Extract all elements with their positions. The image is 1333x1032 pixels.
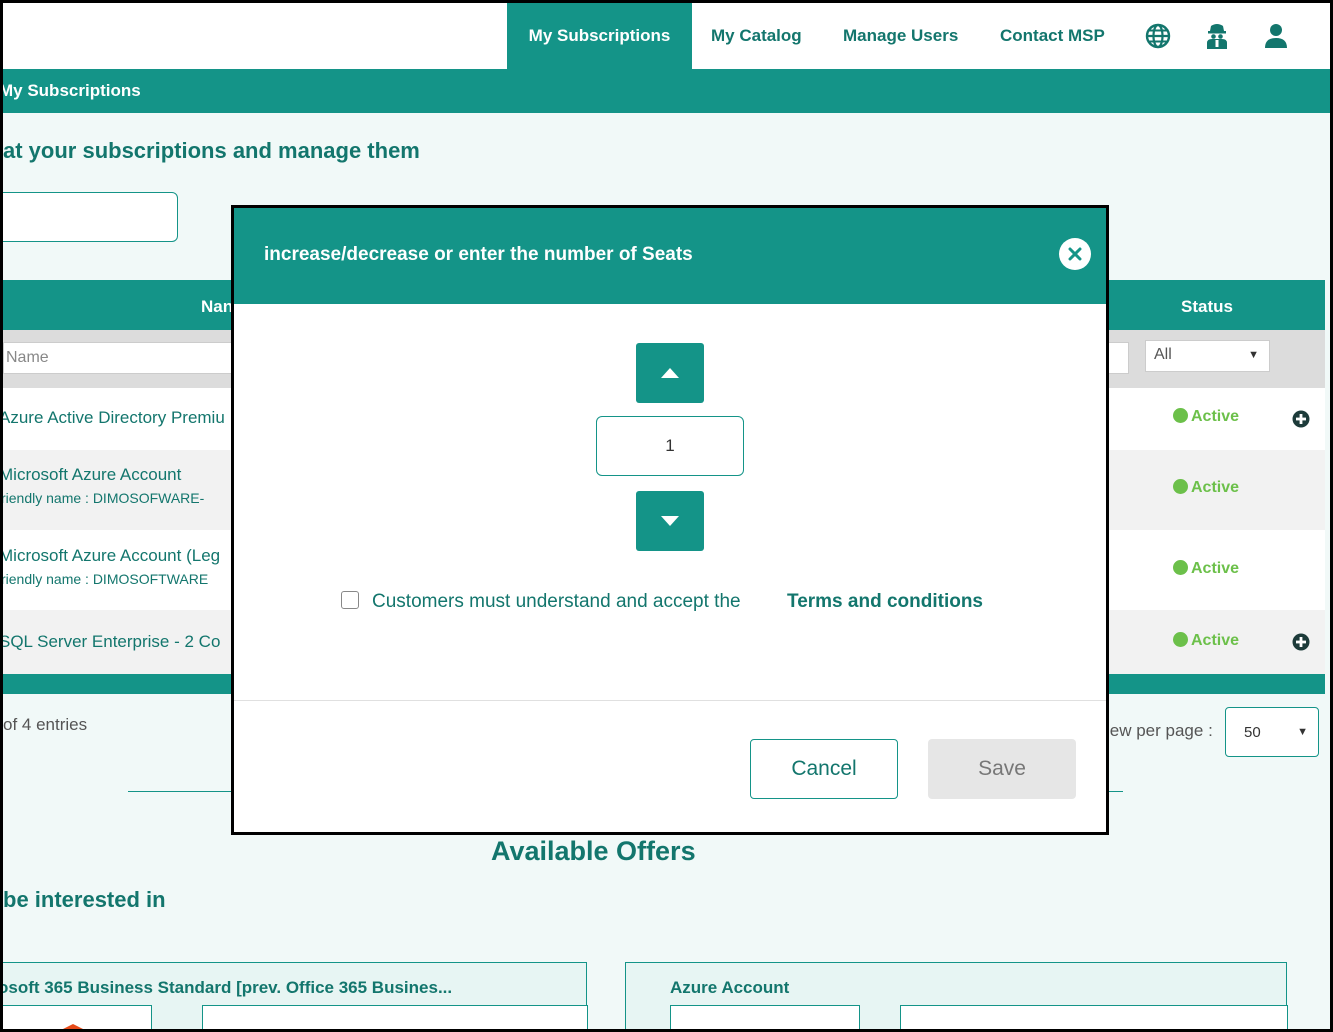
subscription-name[interactable]: Azure Active Directory Premiu [3,408,225,428]
offer-card-title[interactable]: Azure Account [670,978,789,998]
terms-label: Customers must understand and accept the [372,591,741,612]
status-filter-select[interactable]: All ▼ [1145,340,1270,372]
breadcrumb-bar: My Subscriptions [0,69,1330,113]
status-badge: Active [1173,479,1239,497]
status-dot-icon [1173,408,1188,423]
expand-plus-icon[interactable] [1292,410,1310,428]
friendly-name: riendly name : DIMOSOFTWARE [1,571,209,587]
subscription-name[interactable]: SQL Server Enterprise - 2 Co [3,632,220,652]
support-agent-icon[interactable] [1205,23,1231,49]
divider-line [128,791,238,792]
increment-button[interactable] [636,343,704,403]
offer-card-details [900,1005,1288,1029]
close-icon [1068,247,1082,261]
caret-down-icon [661,516,679,526]
close-button[interactable] [1059,238,1091,270]
status-dot-icon [1173,479,1188,494]
cancel-button[interactable]: Cancel [750,739,898,799]
subscription-name[interactable]: Microsoft Azure Account (Leg [3,546,220,566]
globe-icon[interactable] [1145,23,1171,49]
expand-plus-icon[interactable] [1292,633,1310,651]
search-input[interactable] [3,192,178,242]
decrement-button[interactable] [636,491,704,551]
status-badge: Active [1173,408,1239,426]
breadcrumb: My Subscriptions [0,81,141,100]
nav-my-catalog[interactable]: My Catalog [711,3,802,69]
seats-modal: increase/decrease or enter the number of… [231,205,1109,835]
modal-divider [234,700,1106,701]
offer-card-image [3,1005,152,1029]
offer-card-image [670,1005,860,1029]
interested-heading: be interested in [3,887,166,912]
save-button[interactable]: Save [928,739,1076,799]
user-icon[interactable] [1264,23,1290,49]
per-page-select[interactable]: 50 ▼ [1225,707,1319,757]
status-dot-icon [1173,560,1188,575]
chevron-down-icon: ▼ [1297,726,1308,738]
column-header-name[interactable]: Nan [201,297,233,317]
chevron-down-icon: ▼ [1248,349,1259,361]
offer-card[interactable]: Azure Account [625,962,1288,1029]
caret-up-icon [661,368,679,378]
status-dot-icon [1173,632,1188,647]
subscription-name[interactable]: Microsoft Azure Account [3,465,181,485]
nav-contact-msp[interactable]: Contact MSP [1000,3,1105,69]
status-filter-value: All [1154,346,1172,363]
per-page-value: 50 [1244,724,1261,741]
status-badge: Active [1173,632,1239,650]
available-offers-title: Available Offers [491,836,696,866]
top-navigation: My Subscriptions My Catalog Manage Users… [3,3,1330,69]
offer-card-details [202,1005,588,1029]
terms-link[interactable]: Terms and conditions [787,591,983,613]
per-page-label: iew per page : [1106,721,1213,740]
page-title: at your subscriptions and manage them [3,138,420,163]
nav-manage-users[interactable]: Manage Users [843,3,958,69]
seats-quantity-input[interactable] [596,416,744,476]
modal-header: increase/decrease or enter the number of… [234,208,1106,304]
app-frame: My Subscriptions My Catalog Manage Users… [0,0,1333,1032]
friendly-name: riendly name : DIMOSOFWARE- [1,490,205,506]
column-header-status[interactable]: Status [1181,297,1233,317]
modal-title: increase/decrease or enter the number of… [264,244,693,265]
nav-my-subscriptions[interactable]: My Subscriptions [507,3,692,69]
offer-card-title[interactable]: osoft 365 Business Standard [prev. Offic… [3,978,452,998]
offer-card[interactable]: osoft 365 Business Standard [prev. Offic… [3,962,588,1029]
terms-checkbox[interactable] [341,591,359,609]
office-logo-icon [63,1024,83,1029]
status-badge: Active [1173,560,1239,578]
entries-count: of 4 entries [3,715,88,734]
